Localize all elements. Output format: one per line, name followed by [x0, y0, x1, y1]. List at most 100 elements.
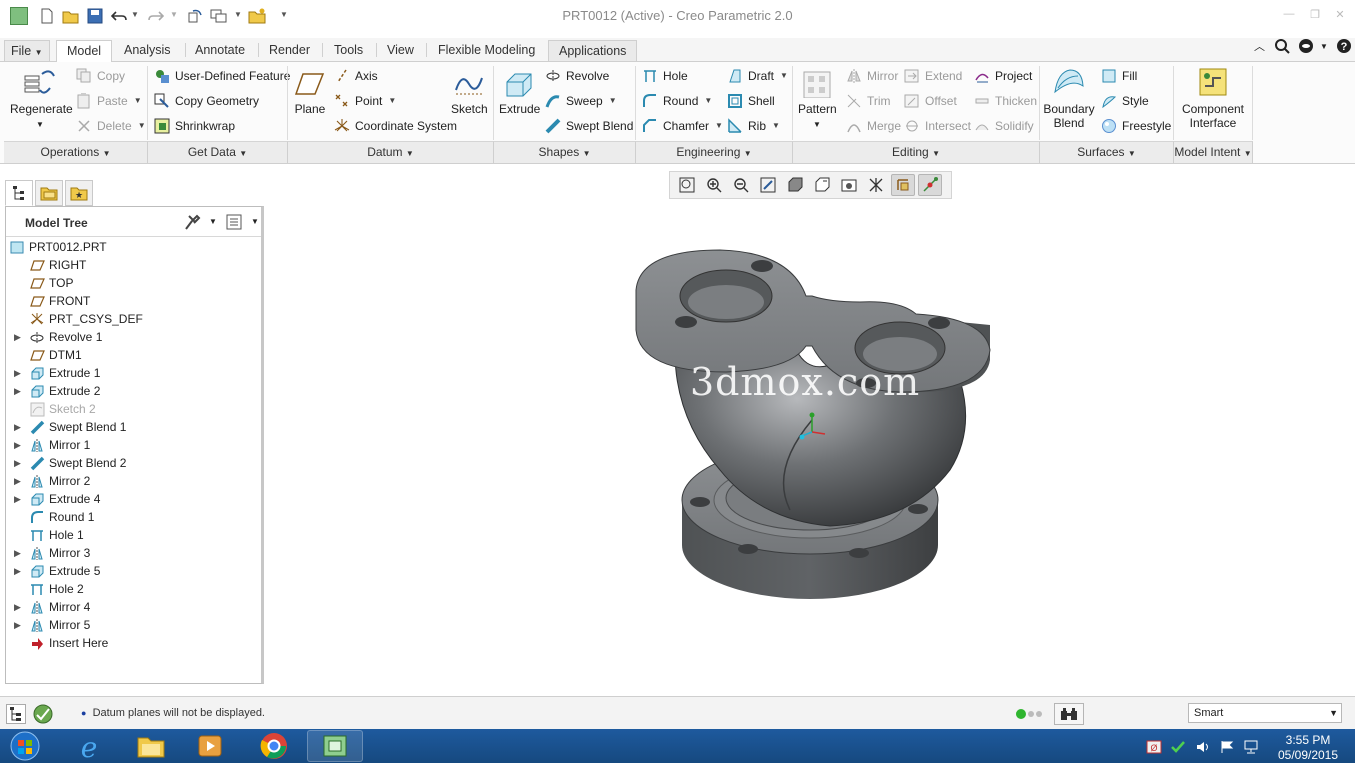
expand-arrow-icon[interactable]: ▶: [14, 454, 21, 472]
plane-button[interactable]: Plane: [292, 70, 328, 116]
copy-geometry-button[interactable]: Copy Geometry: [154, 91, 259, 111]
coordinate-system-button[interactable]: Coordinate System: [334, 116, 457, 136]
pattern-button[interactable]: Pattern ▼: [798, 70, 837, 132]
close-window-icon[interactable]: [248, 7, 266, 25]
tree-item[interactable]: RIGHT: [6, 256, 261, 274]
tab-applications[interactable]: Applications: [548, 40, 638, 62]
expand-arrow-icon[interactable]: ▶: [14, 544, 21, 562]
expand-arrow-icon[interactable]: ▶: [14, 490, 21, 508]
point-button[interactable]: Point ▼: [334, 91, 396, 111]
show-dropdown-icon[interactable]: ▼: [251, 217, 259, 226]
windows-icon[interactable]: [210, 7, 228, 25]
boundary-blend-button[interactable]: Boundary Blend: [1043, 66, 1095, 130]
chrome-icon[interactable]: [246, 730, 302, 762]
tab-model[interactable]: Model: [56, 40, 113, 63]
tree-item[interactable]: ▶ Mirror 2: [6, 472, 261, 490]
graphics-window[interactable]: [270, 166, 1355, 694]
regenerate-button[interactable]: Regenerate ▼: [10, 66, 73, 132]
sketch-button[interactable]: Sketch: [451, 70, 488, 116]
expand-arrow-icon[interactable]: ▶: [14, 562, 21, 580]
tree-item[interactable]: Round 1: [6, 508, 261, 526]
merge-button[interactable]: Merge: [846, 116, 901, 136]
help-icon[interactable]: ?: [1336, 38, 1352, 57]
selection-filter-select[interactable]: Smart ▼: [1188, 703, 1342, 723]
sweep-button[interactable]: Sweep ▼: [545, 91, 617, 111]
windows-dropdown-icon[interactable]: ▼: [234, 10, 242, 19]
tree-item[interactable]: Hole 2: [6, 580, 261, 598]
copy-button[interactable]: Copy: [76, 66, 125, 86]
minimize-icon[interactable]: —: [1280, 8, 1298, 24]
tab-render[interactable]: Render: [259, 40, 320, 62]
tree-item[interactable]: ▶ Revolve 1: [6, 328, 261, 346]
freestyle-button[interactable]: Freestyle: [1101, 116, 1171, 136]
close-icon[interactable]: ✕: [1331, 8, 1349, 24]
redo-icon[interactable]: [147, 7, 165, 25]
tree-item[interactable]: ▶ Extrude 5: [6, 562, 261, 580]
group-get-data[interactable]: Get Data ▼: [148, 141, 288, 163]
intersect-button[interactable]: Intersect: [904, 116, 971, 136]
user-defined-feature-button[interactable]: User-Defined Feature: [154, 66, 290, 86]
group-model-intent[interactable]: Model Intent ▼: [1174, 141, 1253, 163]
component-interface-button[interactable]: Component Interface: [1180, 66, 1246, 130]
round-button[interactable]: Round ▼: [642, 91, 712, 111]
tree-item[interactable]: ▶ Swept Blend 2: [6, 454, 261, 472]
settings-icon[interactable]: [183, 213, 201, 234]
tree-item[interactable]: Insert Here: [6, 634, 261, 652]
collapse-ribbon-icon[interactable]: ︿: [1254, 38, 1265, 54]
undo-icon[interactable]: [110, 7, 128, 25]
regeneration-status-icon[interactable]: [1015, 708, 1043, 723]
project-button[interactable]: Project: [974, 66, 1032, 86]
start-button[interactable]: [2, 730, 48, 762]
tree-item[interactable]: PRT0012.PRT: [6, 238, 261, 256]
expand-arrow-icon[interactable]: ▶: [14, 598, 21, 616]
rib-button[interactable]: Rib ▼: [727, 116, 780, 136]
group-operations[interactable]: Operations ▼: [4, 141, 148, 163]
expand-arrow-icon[interactable]: ▶: [14, 616, 21, 634]
restore-icon[interactable]: ❐: [1306, 8, 1324, 24]
mirror-button[interactable]: Mirror: [846, 66, 898, 86]
regenerate-quick-icon[interactable]: [186, 7, 204, 25]
customize-quick-access-icon[interactable]: ▼: [280, 10, 288, 19]
tray-app-icon[interactable]: Ø: [1146, 740, 1162, 754]
tray-check-icon[interactable]: [1170, 740, 1186, 754]
tree-item[interactable]: TOP: [6, 274, 261, 292]
fill-button[interactable]: Fill: [1101, 66, 1137, 86]
swept-blend-button[interactable]: Swept Blend: [545, 116, 633, 136]
tab-view[interactable]: View: [377, 40, 424, 62]
community-dropdown-icon[interactable]: ▼: [1320, 42, 1328, 51]
axis-button[interactable]: Axis: [334, 66, 378, 86]
file-explorer-icon[interactable]: [123, 730, 179, 762]
network-icon[interactable]: [1243, 740, 1259, 754]
expand-arrow-icon[interactable]: ▶: [14, 472, 21, 490]
expand-arrow-icon[interactable]: ▶: [14, 436, 21, 454]
system-clock[interactable]: 3:55 PM 05/09/2015: [1268, 733, 1348, 763]
community-icon[interactable]: [1298, 38, 1316, 57]
toggle-navigator-icon[interactable]: [6, 704, 26, 724]
tree-item[interactable]: Hole 1: [6, 526, 261, 544]
tab-folder-browser[interactable]: [35, 180, 63, 206]
group-shapes[interactable]: Shapes ▼: [494, 141, 636, 163]
solidify-button[interactable]: Solidify: [974, 116, 1034, 136]
save-icon[interactable]: [86, 7, 104, 25]
volume-icon[interactable]: [1195, 740, 1211, 754]
tree-item[interactable]: ▶ Extrude 1: [6, 364, 261, 382]
extrude-button[interactable]: Extrude: [499, 70, 540, 116]
find-icon[interactable]: [1054, 703, 1084, 725]
tab-analysis[interactable]: Analysis: [114, 40, 181, 62]
tab-favorites[interactable]: ★: [65, 180, 93, 206]
settings-dropdown-icon[interactable]: ▼: [209, 217, 217, 226]
undo-dropdown-icon[interactable]: ▼: [131, 10, 139, 19]
style-button[interactable]: Style: [1101, 91, 1149, 111]
draft-button[interactable]: Draft ▼: [727, 66, 788, 86]
tab-model-tree[interactable]: [5, 180, 33, 206]
open-folder-icon[interactable]: [62, 7, 80, 25]
group-editing[interactable]: Editing ▼: [793, 141, 1040, 163]
tab-flexible-modeling[interactable]: Flexible Modeling: [428, 40, 545, 62]
new-file-icon[interactable]: [38, 7, 56, 25]
tree-item[interactable]: ▶ Mirror 5: [6, 616, 261, 634]
hole-button[interactable]: Hole: [642, 66, 688, 86]
media-player-icon[interactable]: [182, 730, 238, 762]
trim-button[interactable]: Trim: [846, 91, 891, 111]
tab-annotate[interactable]: Annotate: [185, 40, 255, 62]
expand-arrow-icon[interactable]: ▶: [14, 418, 21, 436]
